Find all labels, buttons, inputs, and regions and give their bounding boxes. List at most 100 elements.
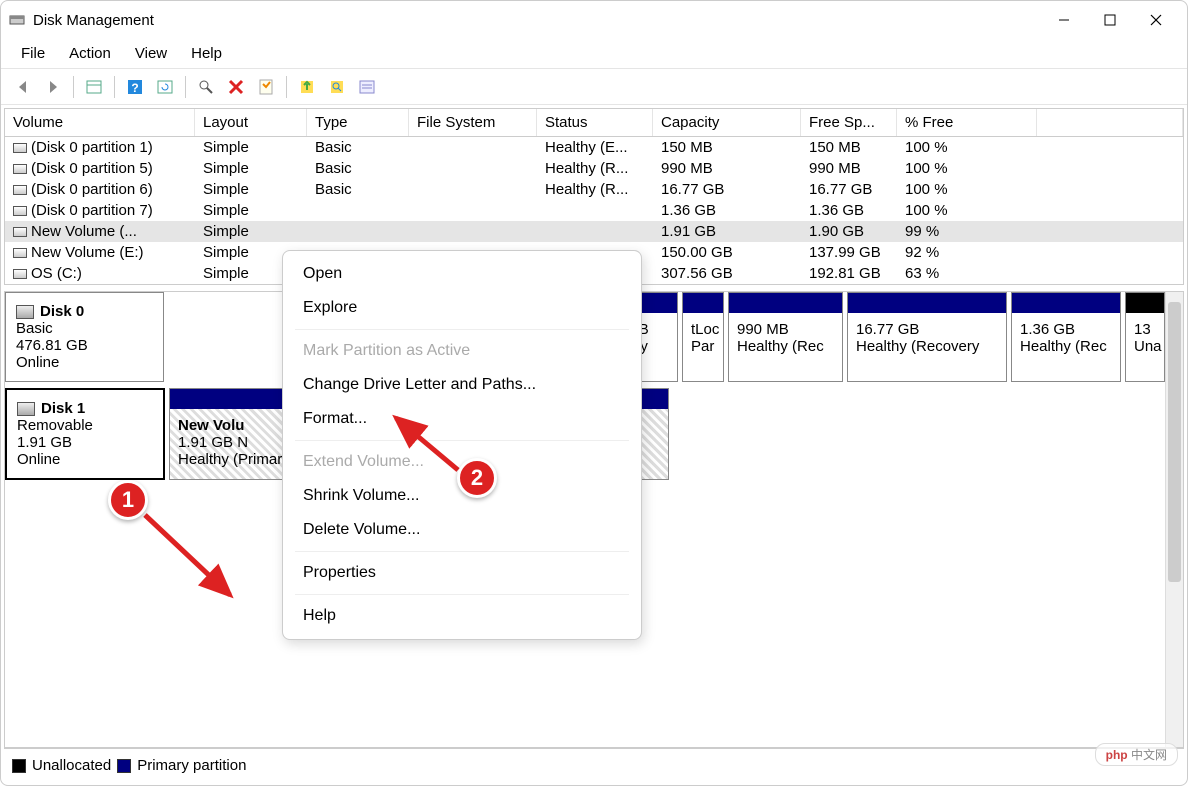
menu-item-delete-volume[interactable]: Delete Volume...	[283, 513, 641, 547]
forward-icon[interactable]	[41, 75, 65, 99]
close-button[interactable]	[1133, 4, 1179, 36]
volume-name: (Disk 0 partition 1)	[31, 139, 153, 156]
cell-status: Healthy (R...	[537, 158, 653, 179]
cell-pct: 100 %	[897, 200, 1037, 221]
menu-item-explore[interactable]: Explore	[283, 291, 641, 325]
show-hide-icon[interactable]	[82, 75, 106, 99]
properties-icon[interactable]	[254, 75, 278, 99]
col-status[interactable]: Status	[537, 109, 653, 136]
col-volume[interactable]: Volume	[5, 109, 195, 136]
menu-view[interactable]: View	[125, 41, 177, 66]
cell-layout: Simple	[195, 179, 307, 200]
rescan-icon[interactable]	[194, 75, 218, 99]
partition[interactable]: 16.77 GBHealthy (Recovery	[847, 292, 1007, 382]
cell-free: 1.36 GB	[801, 200, 897, 221]
annotation-badge-2: 2	[457, 458, 497, 498]
col-filesystem[interactable]: File System	[409, 109, 537, 136]
menu-item-change-drive-letter-and-paths[interactable]: Change Drive Letter and Paths...	[283, 368, 641, 402]
settings-icon[interactable]	[355, 75, 379, 99]
partition-size: 13	[1134, 321, 1156, 338]
action1-icon[interactable]	[295, 75, 319, 99]
partition-status: Healthy (Recovery	[856, 338, 998, 355]
partition[interactable]: 1.36 GBHealthy (Rec	[1011, 292, 1121, 382]
disk-size: 1.91 GB	[17, 434, 153, 451]
partition-body: 13Una	[1126, 313, 1164, 381]
cell-pct: 99 %	[897, 221, 1037, 242]
disk-type: Removable	[17, 417, 153, 434]
scrollbar[interactable]	[1165, 292, 1183, 747]
partition-header	[1012, 293, 1120, 313]
help-icon[interactable]: ?	[123, 75, 147, 99]
menu-item-open[interactable]: Open	[283, 257, 641, 291]
annotation-arrow-1	[130, 500, 250, 610]
cell-layout: Simple	[195, 137, 307, 158]
disk-type: Basic	[16, 320, 153, 337]
cell-layout: Simple	[195, 158, 307, 179]
volume-name: New Volume (E:)	[31, 244, 144, 261]
disk-state: Online	[16, 354, 153, 371]
legend: Unallocated Primary partition	[4, 748, 1184, 782]
cell-type: Basic	[307, 137, 409, 158]
menu-action[interactable]: Action	[59, 41, 121, 66]
disk-name: Disk 0	[40, 303, 84, 320]
volume-icon	[13, 185, 27, 195]
partition[interactable]: tLocPar	[682, 292, 724, 382]
volume-icon	[13, 206, 27, 216]
minimize-button[interactable]	[1041, 4, 1087, 36]
partition[interactable]: 990 MBHealthy (Rec	[728, 292, 843, 382]
cell-capacity: 1.36 GB	[653, 200, 801, 221]
cell-fs	[409, 167, 537, 171]
cell-status: Healthy (R...	[537, 179, 653, 200]
volume-name: New Volume (...	[31, 223, 137, 240]
action2-icon[interactable]	[325, 75, 349, 99]
cell-capacity: 1.91 GB	[653, 221, 801, 242]
menu-separator	[295, 329, 629, 330]
partition[interactable]: 13Una	[1125, 292, 1165, 382]
cell-free: 137.99 GB	[801, 242, 897, 263]
col-freespace[interactable]: Free Sp...	[801, 109, 897, 136]
cell-free: 16.77 GB	[801, 179, 897, 200]
cell-type: Basic	[307, 158, 409, 179]
partition-status: Healthy (Rec	[1020, 338, 1112, 355]
col-pctfree[interactable]: % Free	[897, 109, 1037, 136]
volume-row[interactable]: (Disk 0 partition 6)SimpleBasicHealthy (…	[5, 179, 1183, 200]
menu-item-help[interactable]: Help	[283, 599, 641, 633]
partition-body: tLocPar	[683, 313, 723, 381]
col-type[interactable]: Type	[307, 109, 409, 136]
cell-fs	[409, 146, 537, 150]
volume-row[interactable]: (Disk 0 partition 5)SimpleBasicHealthy (…	[5, 158, 1183, 179]
menu-file[interactable]: File	[11, 41, 55, 66]
col-layout[interactable]: Layout	[195, 109, 307, 136]
legend-primary: Primary partition	[137, 757, 246, 774]
cell-free: 990 MB	[801, 158, 897, 179]
menu-item-mark-partition-as-active: Mark Partition as Active	[283, 334, 641, 368]
scrollbar-thumb[interactable]	[1168, 302, 1181, 582]
window-title: Disk Management	[33, 12, 1041, 29]
maximize-button[interactable]	[1087, 4, 1133, 36]
disk-info[interactable]: Disk 1Removable1.91 GBOnline	[5, 388, 165, 480]
menu-help[interactable]: Help	[181, 41, 232, 66]
volume-header: Volume Layout Type File System Status Ca…	[5, 109, 1183, 137]
menubar: File Action View Help	[1, 39, 1187, 69]
delete-icon[interactable]	[224, 75, 248, 99]
disk-state: Online	[17, 451, 153, 468]
watermark: php 中文网	[1095, 743, 1178, 766]
volume-row[interactable]: (Disk 0 partition 1)SimpleBasicHealthy (…	[5, 137, 1183, 158]
back-icon[interactable]	[11, 75, 35, 99]
col-capacity[interactable]: Capacity	[653, 109, 801, 136]
cell-pct: 100 %	[897, 158, 1037, 179]
cell-capacity: 150 MB	[653, 137, 801, 158]
svg-text:?: ?	[131, 81, 138, 95]
volume-row[interactable]: (Disk 0 partition 7)Simple1.36 GB1.36 GB…	[5, 200, 1183, 221]
cell-free: 150 MB	[801, 137, 897, 158]
volume-icon	[13, 164, 27, 174]
cell-layout: Simple	[195, 221, 307, 242]
volume-row[interactable]: New Volume (...Simple1.91 GB1.90 GB99 %	[5, 221, 1183, 242]
partition-header	[683, 293, 723, 313]
partition-size: 1.36 GB	[1020, 321, 1112, 338]
disk-info[interactable]: Disk 0Basic476.81 GBOnline	[5, 292, 164, 382]
menu-item-properties[interactable]: Properties	[283, 556, 641, 590]
annotation-badge-1: 1	[108, 480, 148, 520]
partition-size: tLoc	[691, 321, 715, 338]
refresh-icon[interactable]	[153, 75, 177, 99]
